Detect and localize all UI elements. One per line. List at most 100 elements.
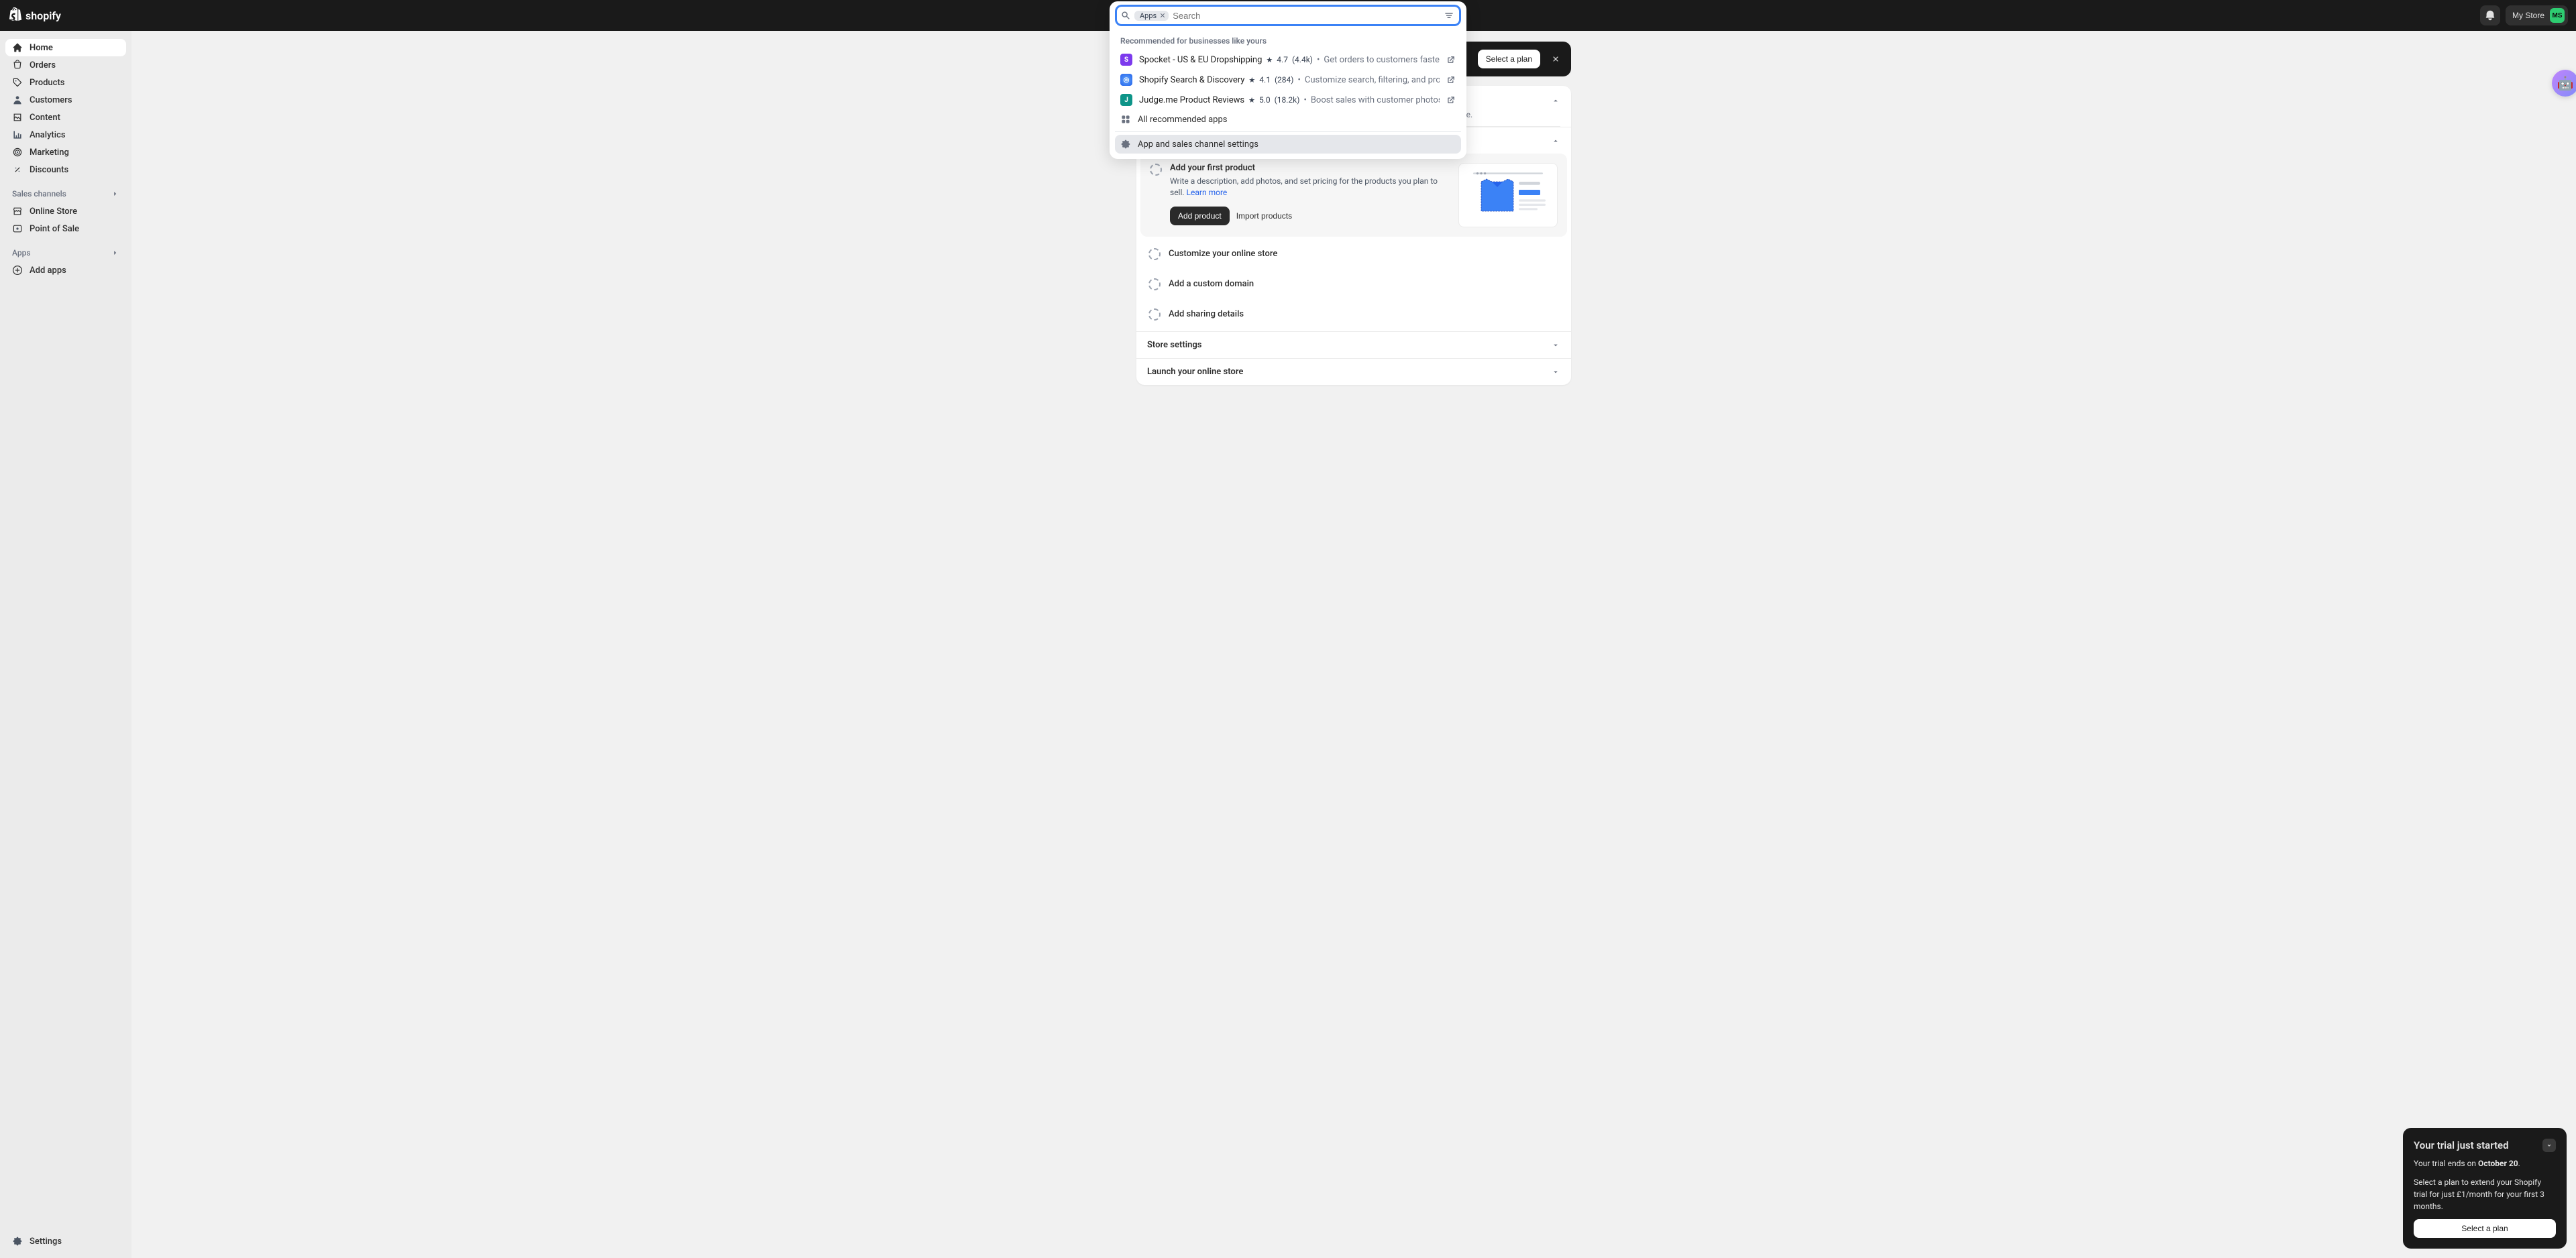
task-illustration <box>1458 163 1558 227</box>
nav-label: Online Store <box>30 207 77 217</box>
task-add-product[interactable]: Add your first product Write a descripti… <box>1140 154 1567 237</box>
gear-icon <box>12 1236 23 1247</box>
star-icon: ★ <box>1266 56 1273 64</box>
app-settings-item[interactable]: App and sales channel settings <box>1115 135 1461 154</box>
app-icon: S <box>1120 54 1132 66</box>
search-input[interactable] <box>1173 11 1439 21</box>
app-rating: 4.1 <box>1259 75 1271 84</box>
topbar: shopify Recommended for businesses like … <box>0 0 2576 31</box>
app-desc: Get orders to customers faster with sup… <box>1324 55 1440 65</box>
search-dropdown: Recommended for businesses like yours S … <box>1110 1 1466 159</box>
app-icon: J <box>1120 94 1132 106</box>
products-icon <box>12 77 23 88</box>
app-result-judgeme[interactable]: J Judge.me Product Reviews ★ 5.0 (18.2k)… <box>1115 90 1461 110</box>
app-result-search-discovery[interactable]: ◎ Shopify Search & Discovery ★ 4.1 (284)… <box>1115 70 1461 90</box>
section-launch-store[interactable]: Launch your online store <box>1136 359 1571 385</box>
task-customize-store[interactable]: Customize your online store <box>1140 241 1567 267</box>
marketing-icon <box>12 147 23 158</box>
robot-icon: 🤖 <box>2557 75 2574 91</box>
nav-section-sales-channels[interactable]: Sales channels <box>5 185 126 203</box>
app-name: Shopify Search & Discovery <box>1139 75 1244 85</box>
nav-customers[interactable]: Customers <box>5 91 126 109</box>
app-count: (4.4k) <box>1292 55 1313 64</box>
app-result-spocket[interactable]: S Spocket - US & EU Dropshipping ★ 4.7 (… <box>1115 50 1461 70</box>
nav-label: Orders <box>30 60 56 70</box>
section-label: Apps <box>12 248 31 258</box>
chevron-down-icon <box>1551 341 1560 350</box>
app-desc: Boost sales with customer photos, videos… <box>1311 95 1440 105</box>
add-product-button[interactable]: Add product <box>1170 207 1230 225</box>
grid-icon <box>1120 114 1131 125</box>
task-checkbox[interactable] <box>1148 308 1161 321</box>
chevron-down-icon <box>1551 367 1560 377</box>
nav-products[interactable]: Products <box>5 74 126 91</box>
banner-close-button[interactable] <box>1548 52 1563 66</box>
filter-icon <box>1444 10 1454 21</box>
chevron-down-icon <box>2546 1142 2553 1149</box>
nav-label: Point of Sale <box>30 224 79 234</box>
search-filter-chip[interactable]: Apps <box>1134 11 1169 21</box>
task-sharing-details[interactable]: Add sharing details <box>1140 301 1567 327</box>
assistant-button[interactable]: 🤖 <box>2552 70 2576 97</box>
app-name: Judge.me Product Reviews <box>1139 95 1244 105</box>
all-recommended-apps[interactable]: All recommended apps <box>1115 110 1461 129</box>
app-count: (284) <box>1275 75 1294 84</box>
nav-online-store[interactable]: Online Store <box>5 203 126 220</box>
app-desc: Customize search, filtering, and product… <box>1305 75 1440 85</box>
task-title: Customize your online store <box>1169 249 1277 259</box>
task-custom-domain[interactable]: Add a custom domain <box>1140 271 1567 297</box>
sidebar: Home Orders Products Customers Content A… <box>0 31 131 1258</box>
section-label: Sales channels <box>12 189 66 198</box>
star-icon: ★ <box>1248 76 1255 84</box>
learn-more-link[interactable]: Learn more <box>1187 188 1228 197</box>
search-icon <box>1121 11 1130 20</box>
notifications-button[interactable] <box>2480 5 2500 25</box>
discounts-icon <box>12 164 23 175</box>
task-checkbox[interactable] <box>1148 278 1161 290</box>
gear-icon <box>1120 139 1131 150</box>
app-icon: ◎ <box>1120 74 1132 86</box>
section-store-settings[interactable]: Store settings <box>1136 332 1571 358</box>
nav-settings[interactable]: Settings <box>5 1233 126 1250</box>
chip-remove-icon[interactable] <box>1159 12 1166 19</box>
nav-label: Settings <box>30 1237 62 1247</box>
nav-home[interactable]: Home <box>5 39 126 56</box>
app-rating: 4.7 <box>1277 55 1288 64</box>
nav-section-apps[interactable]: Apps <box>5 244 126 262</box>
popup-select-plan-button[interactable]: Select a plan <box>2414 1219 2556 1238</box>
nav-discounts[interactable]: Discounts <box>5 161 126 178</box>
nav-analytics[interactable]: Analytics <box>5 126 126 144</box>
task-title: Add a custom domain <box>1169 279 1254 289</box>
external-link-icon <box>1446 95 1456 105</box>
section-title: Store settings <box>1147 340 1201 350</box>
nav-label: Products <box>30 78 64 88</box>
analytics-icon <box>12 129 23 140</box>
shopify-logo[interactable]: shopify <box>8 7 61 23</box>
star-icon: ★ <box>1248 96 1255 105</box>
import-products-button[interactable]: Import products <box>1236 211 1292 221</box>
popup-collapse-button[interactable] <box>2542 1139 2556 1152</box>
nav-orders[interactable]: Orders <box>5 56 126 74</box>
store-menu-button[interactable]: My Store MS <box>2506 5 2568 25</box>
dropdown-item-label: All recommended apps <box>1138 115 1227 125</box>
chevron-right-icon <box>111 190 119 198</box>
search-box[interactable]: Apps <box>1116 6 1460 25</box>
select-plan-button[interactable]: Select a plan <box>1478 50 1540 68</box>
popup-line-2: Select a plan to extend your Shopify tri… <box>2414 1176 2556 1212</box>
task-checkbox[interactable] <box>1150 164 1162 176</box>
nav-add-apps[interactable]: Add apps <box>5 262 126 279</box>
popup-line-1: Your trial ends on October 20. <box>2414 1157 2556 1169</box>
nav-content[interactable]: Content <box>5 109 126 126</box>
nav-point-of-sale[interactable]: Point of Sale <box>5 220 126 237</box>
bell-icon <box>2484 9 2496 21</box>
task-title: Add sharing details <box>1169 309 1244 319</box>
nav-label: Content <box>30 113 60 123</box>
nav-marketing[interactable]: Marketing <box>5 144 126 161</box>
nav-label: Home <box>30 43 53 53</box>
search-container: Recommended for businesses like yours S … <box>1116 6 1460 25</box>
task-title: Add your first product <box>1170 163 1450 173</box>
orders-icon <box>12 60 23 70</box>
task-checkbox[interactable] <box>1148 248 1161 260</box>
store-name: My Store <box>2512 11 2544 20</box>
filter-button[interactable] <box>1443 9 1455 21</box>
